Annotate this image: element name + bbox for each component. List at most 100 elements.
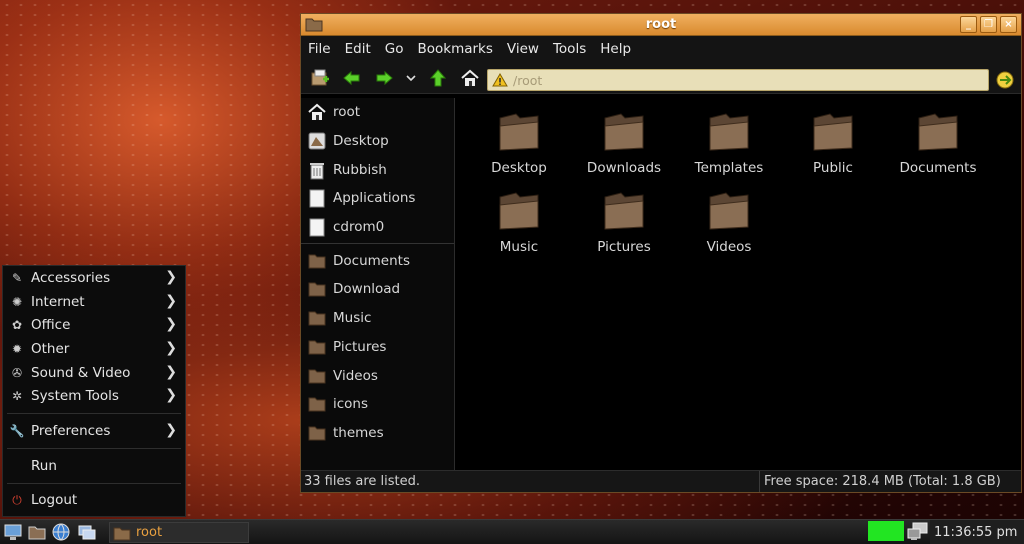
menu-item-office[interactable]: ✿ Office ❯ (3, 313, 185, 337)
location-bar[interactable]: /root (487, 69, 989, 91)
menu-item-logout[interactable]: ⏻ Logout (3, 489, 185, 513)
history-dropdown-icon[interactable] (405, 67, 417, 89)
new-tab-icon[interactable] (309, 67, 331, 89)
folder-icon (604, 192, 644, 230)
desktop-icon (308, 132, 326, 150)
file-item-downloads[interactable]: Downloads (574, 110, 674, 176)
file-item-videos[interactable]: Videos (679, 189, 779, 255)
menu-item-sound-video[interactable]: ✇ Sound & Video ❯ (3, 361, 185, 385)
folder-icon (308, 397, 326, 412)
trash-icon (310, 162, 324, 180)
accessories-icon: ✎ (11, 270, 23, 285)
menu-file[interactable]: File (308, 41, 331, 57)
taskbar-window-root[interactable]: root (109, 522, 249, 543)
folder-icon (308, 282, 326, 297)
file-label: Music (499, 239, 539, 255)
menu-item-label: Office (31, 317, 71, 334)
sidebar-item-label: root (333, 104, 361, 121)
sidebar-item-label: cdrom0 (333, 219, 385, 236)
menu-go[interactable]: Go (385, 41, 404, 57)
taskbar-window-label: root (136, 525, 163, 540)
sidebar-item-icons[interactable]: icons (301, 390, 454, 419)
menu-divider (7, 413, 181, 415)
file-icon-view: Desktop Downloads Templates Public Docum… (463, 98, 1019, 470)
sound-video-icon: ✇ (11, 365, 23, 380)
logout-icon: ⏻ (12, 492, 22, 507)
sidebar-item-root[interactable]: root (301, 98, 454, 127)
close-button[interactable]: × (1000, 16, 1017, 33)
file-manager-icon[interactable] (27, 522, 47, 542)
menu-item-label: Accessories (31, 269, 111, 286)
sidebar-item-desktop[interactable]: Desktop (301, 127, 454, 156)
menu-item-accessories[interactable]: ✎ Accessories ❯ (3, 266, 185, 290)
menu-edit[interactable]: Edit (345, 41, 371, 57)
sidebar-item-rubbish[interactable]: Rubbish (301, 155, 454, 184)
file-label: Videos (706, 239, 752, 255)
sidebar-item-applications[interactable]: Applications (301, 184, 454, 213)
status-file-count: 33 files are listed. (304, 474, 421, 489)
sidebar-item-label: Videos (333, 367, 378, 384)
application-menu: ✎ Accessories ❯ ✺ Internet ❯ ✿ Office ❯ … (2, 265, 186, 517)
start-menu-icon[interactable] (3, 522, 23, 542)
network-icon[interactable] (907, 522, 929, 541)
menu-item-other[interactable]: ✹ Other ❯ (3, 337, 185, 361)
menu-item-label: Sound & Video (31, 364, 131, 381)
menu-item-system-tools[interactable]: ✲ System Tools ❯ (3, 384, 185, 408)
minimize-button[interactable]: _ (960, 16, 977, 33)
file-item-documents[interactable]: Documents (888, 110, 988, 176)
forward-icon[interactable] (373, 67, 395, 89)
home-icon[interactable] (459, 67, 481, 89)
clock[interactable]: 11:36:55 pm (930, 520, 1024, 544)
file-item-music[interactable]: Music (469, 189, 569, 255)
sidebar-item-label: icons (333, 396, 369, 413)
menu-view[interactable]: View (507, 41, 539, 57)
sidebar-item-documents[interactable]: Documents (301, 246, 454, 275)
menu-divider (7, 447, 181, 449)
maximize-button[interactable]: ❐ (980, 16, 997, 33)
sidebar-item-download[interactable]: Download (301, 275, 454, 304)
menu-item-run[interactable]: Run (3, 454, 185, 478)
web-browser-icon[interactable] (51, 522, 71, 542)
sidebar-item-label: Download (333, 281, 401, 298)
sidebar-item-cdrom0[interactable]: cdrom0 (301, 213, 454, 242)
file-item-templates[interactable]: Templates (679, 110, 779, 176)
menu-item-label: Preferences (31, 422, 111, 439)
sidebar-item-videos[interactable]: Videos (301, 361, 454, 390)
sidebar-item-label: themes (333, 424, 384, 441)
file-item-desktop[interactable]: Desktop (469, 110, 569, 176)
back-icon[interactable] (341, 67, 363, 89)
chevron-right-icon: ❯ (165, 316, 177, 333)
menu-item-label: System Tools (31, 388, 119, 405)
menu-item-label: Logout (31, 492, 78, 509)
menu-divider (7, 482, 181, 484)
folder-icon (813, 113, 853, 151)
cpu-monitor-indicator[interactable] (868, 521, 904, 541)
window-title: root (645, 17, 677, 32)
applications-icon (309, 189, 325, 208)
menu-item-internet[interactable]: ✺ Internet ❯ (3, 290, 185, 314)
menu-tools[interactable]: Tools (553, 41, 586, 57)
file-label: Templates (694, 160, 764, 176)
menu-help[interactable]: Help (600, 41, 631, 57)
menu-bookmarks[interactable]: Bookmarks (417, 41, 492, 57)
statusbar: 33 files are listed. Free space: 218.4 M… (301, 470, 1021, 492)
sidebar-item-pictures[interactable]: Pictures (301, 333, 454, 362)
window-titlebar[interactable]: root _ ❐ × (301, 14, 1021, 36)
chevron-right-icon: ❯ (165, 387, 177, 404)
chevron-right-icon: ❯ (165, 292, 177, 309)
file-label: Desktop (491, 160, 547, 176)
file-item-public[interactable]: Public (783, 110, 883, 176)
menu-item-preferences[interactable]: 🔧 Preferences ❯ (3, 419, 185, 443)
system-tools-icon: ✲ (11, 389, 23, 404)
sidebar-item-music[interactable]: Music (301, 304, 454, 333)
file-item-pictures[interactable]: Pictures (574, 189, 674, 255)
location-input[interactable]: /root (513, 73, 542, 88)
sidebar-item-themes[interactable]: themes (301, 419, 454, 448)
chevron-right-icon: ❯ (165, 422, 177, 439)
status-free-space: Free space: 218.4 MB (Total: 1.8 GB) (759, 471, 1001, 492)
show-desktop-icon[interactable] (77, 522, 97, 542)
menu-item-label: Other (31, 340, 70, 357)
sidebar-item-label: Pictures (333, 338, 387, 355)
go-icon[interactable] (995, 70, 1015, 90)
up-icon[interactable] (427, 67, 449, 89)
